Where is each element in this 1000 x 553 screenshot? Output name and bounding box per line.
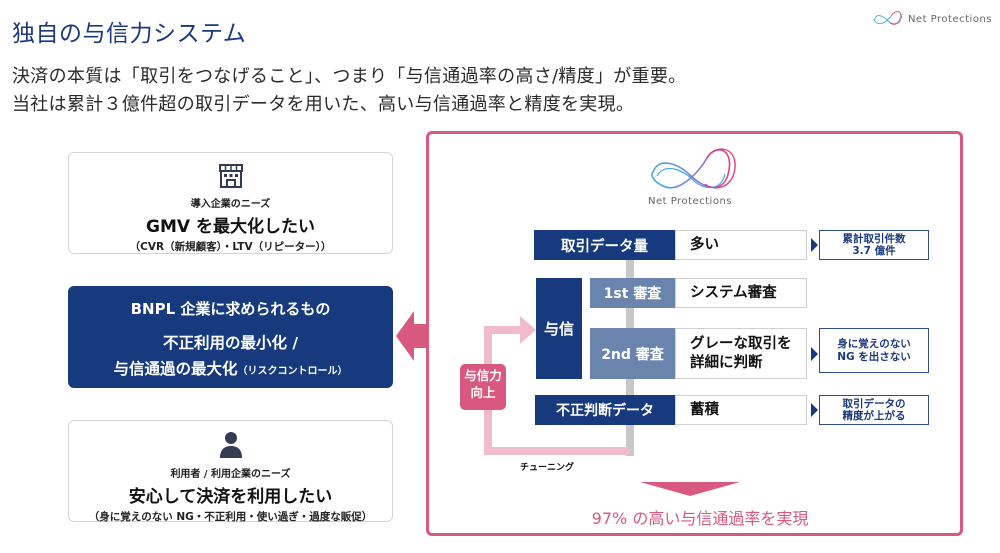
credit-label: 与信 bbox=[536, 278, 582, 379]
merchant-needs-note: （CVR（新規顧客）・LTV（リピーター）） bbox=[129, 241, 332, 253]
tuning-label: チューニング bbox=[520, 463, 575, 473]
data-volume-label: 取引データ量 bbox=[534, 230, 675, 260]
page-title: 独自の与信力システム bbox=[12, 21, 247, 47]
bnpl-requirement-note: （リスクコントロール） bbox=[237, 366, 348, 377]
second-review-label: 2nd 審査 bbox=[590, 328, 675, 379]
credit-boost-line-1: 与信力 bbox=[464, 368, 502, 383]
second-review-value: グレーな取引を 詳細に判断 bbox=[675, 328, 807, 379]
fraud-data-result-line-1: 取引データの bbox=[842, 397, 906, 410]
bnpl-requirements-card: BNPL 企業に求められるもの 不正利用の最小化 / 与信通過の最大化（リスクコ… bbox=[68, 286, 393, 388]
person-icon bbox=[219, 432, 242, 458]
fraud-data-label: 不正判断データ bbox=[535, 395, 675, 425]
bnpl-requirements-title: BNPL 企業に求められるもの bbox=[130, 300, 331, 318]
user-needs-card: 利用者 / 利用企業のニーズ 安心して決済を利用したい （身に覚えのない NG・… bbox=[68, 420, 393, 523]
data-volume-result-line-1: 累計取引件数 bbox=[842, 232, 906, 245]
bnpl-requirement-approval-text: 与信通過の最大化 bbox=[113, 360, 238, 378]
merchant-needs-headline: GMV を最大化したい bbox=[146, 217, 315, 237]
brand-name: Net Protections bbox=[907, 13, 992, 25]
second-review-result-line-2: NG を出さない bbox=[837, 350, 911, 363]
triangle-right-icon bbox=[811, 238, 818, 252]
first-review-value: システム審査 bbox=[675, 278, 807, 308]
user-needs-label: 利用者 / 利用企業のニーズ bbox=[170, 469, 291, 480]
credit-boost-badge: 与信力 向上 bbox=[460, 364, 506, 410]
second-review-result: 身に覚えのない NG を出さない bbox=[819, 328, 929, 373]
second-review-value-line-1: グレーな取引を bbox=[690, 336, 792, 353]
triangle-right-icon bbox=[811, 403, 818, 417]
subtitle-line-2: 当社は累計３億件超の取引データを用いた、高い与信通過率と精度を実現。 bbox=[12, 94, 635, 115]
fraud-data-result-line-2: 精度が上がる bbox=[842, 410, 906, 422]
bnpl-requirement-fraud: 不正利用の最小化 / bbox=[162, 334, 299, 352]
user-needs-note: （身に覚えのない NG・不正利用・使い過ぎ・過度な販促） bbox=[88, 511, 373, 523]
data-volume-result-line-2: 3.7 億件 bbox=[852, 245, 896, 257]
first-review-label: 1st 審査 bbox=[590, 278, 675, 308]
merchant-needs-card: 導入企業のニーズ GMV を最大化したい （CVR（新規顧客）・LTV（リピータ… bbox=[68, 152, 393, 254]
subtitle-line-1: 決済の本質は「取引をつなげること」、つまり「与信通過率の高さ/精度」が重要。 bbox=[12, 66, 687, 87]
inner-logo-text: Net Protections bbox=[647, 196, 733, 207]
net-protections-logo-icon bbox=[873, 11, 902, 25]
user-needs-headline: 安心して決済を利用したい bbox=[128, 487, 333, 507]
down-arrow-icon bbox=[640, 482, 740, 496]
credit-boost-line-2: 向上 bbox=[470, 384, 496, 400]
approval-rate-result: 97% の高い与信通過率を実現 bbox=[591, 509, 809, 528]
merchant-needs-label: 導入企業のニーズ bbox=[190, 199, 271, 210]
storefront-icon bbox=[218, 164, 243, 188]
second-review-result-line-1: 身に覚えのない bbox=[837, 338, 911, 351]
brand-logo: Net Protections bbox=[872, 6, 992, 32]
data-volume-value: 多い bbox=[675, 230, 807, 260]
triangle-right-icon bbox=[811, 347, 818, 361]
bnpl-requirement-approval: 与信通過の最大化（リスクコントロール） bbox=[68, 357, 393, 379]
left-arrow-icon bbox=[396, 311, 426, 361]
fraud-data-result: 取引データの 精度が上がる bbox=[819, 395, 929, 425]
data-volume-result: 累計取引件数 3.7 億件 bbox=[819, 230, 929, 260]
second-review-value-line-2: 詳細に判断 bbox=[690, 354, 763, 371]
fraud-data-value: 蓄積 bbox=[675, 395, 807, 425]
